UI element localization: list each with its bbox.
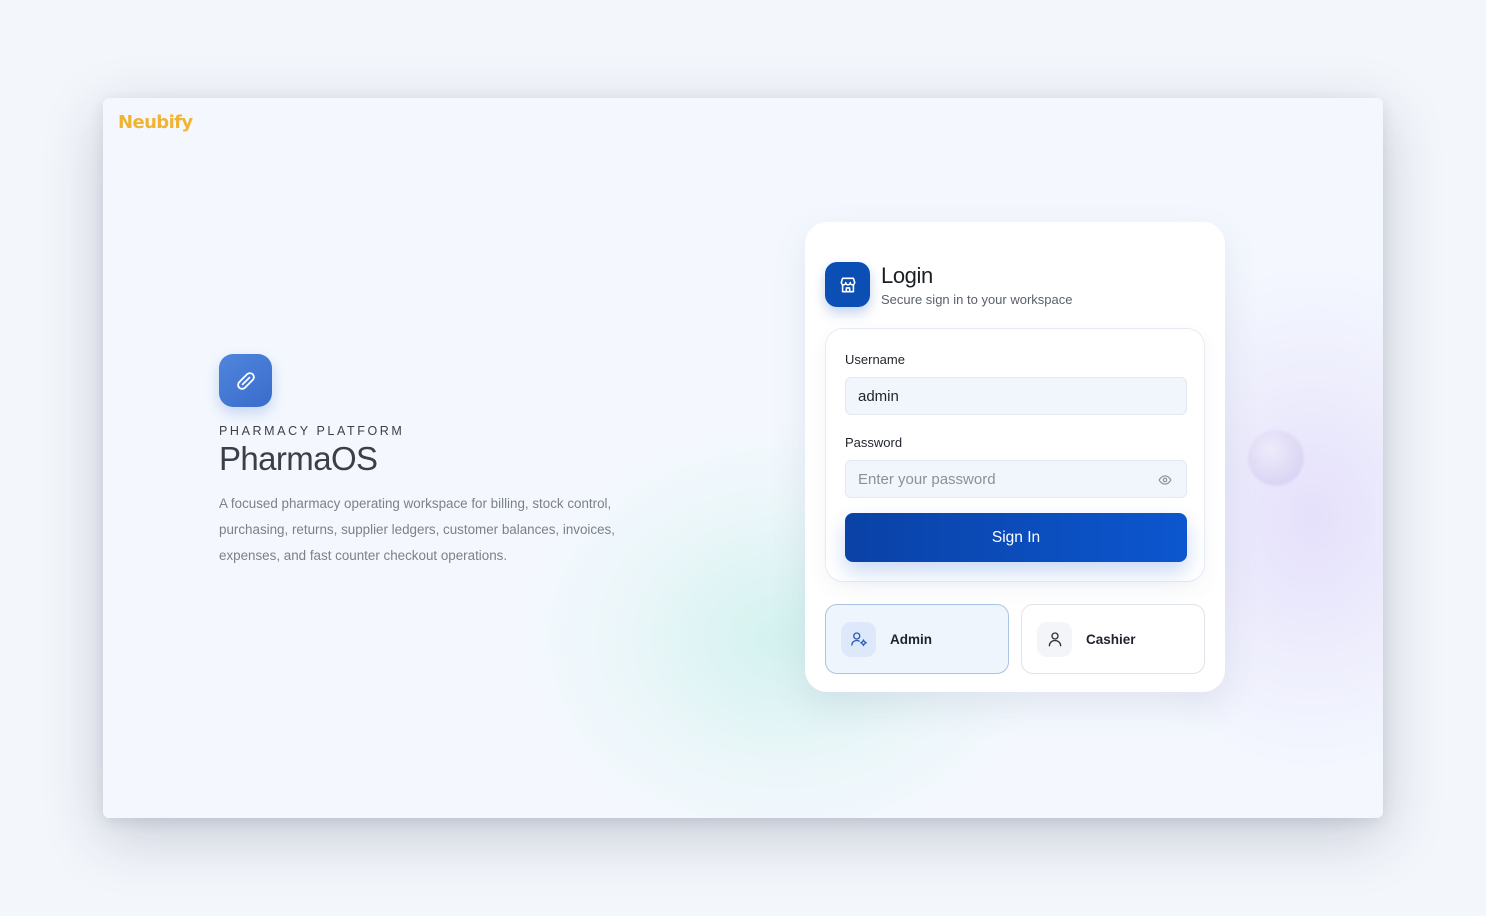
login-card: Login Secure sign in to your workspace U… xyxy=(805,222,1225,692)
app-window: Neubify PHARMACY PLATFORM PharmaOS A foc… xyxy=(103,98,1383,818)
role-cashier[interactable]: Cashier xyxy=(1021,604,1205,674)
hero-eyebrow: PHARMACY PLATFORM xyxy=(219,424,405,438)
user-icon xyxy=(1037,621,1072,657)
role-admin[interactable]: Admin xyxy=(825,604,1009,674)
username-field[interactable]: admin xyxy=(845,377,1187,415)
login-title: Login xyxy=(881,262,933,288)
pill-icon xyxy=(219,354,272,407)
brand-logo: Neubify xyxy=(118,112,193,133)
hero-section: PHARMACY PLATFORM PharmaOS A focused pha… xyxy=(219,354,659,569)
login-subtitle: Secure sign in to your workspace xyxy=(881,291,1073,307)
hero-description: A focused pharmacy operating workspace f… xyxy=(219,496,615,563)
hero-title: PharmaOS xyxy=(219,440,378,477)
password-label: Password xyxy=(845,435,903,450)
role-selector: Admin Cashier xyxy=(825,604,1205,674)
decorative-orb xyxy=(1248,430,1304,486)
screen: Neubify PHARMACY PLATFORM PharmaOS A foc… xyxy=(0,0,1486,916)
username-value: admin xyxy=(858,387,899,405)
password-field[interactable]: Enter your password xyxy=(845,460,1187,498)
login-header: Login Secure sign in to your workspace xyxy=(825,262,1072,307)
role-cashier-label: Cashier xyxy=(1086,631,1136,647)
role-admin-label: Admin xyxy=(890,631,932,647)
sign-in-button[interactable]: Sign In xyxy=(845,513,1187,562)
eye-icon[interactable] xyxy=(1158,473,1172,487)
user-cog-icon xyxy=(841,621,876,657)
login-form: Username admin Password Enter your passw… xyxy=(825,328,1205,582)
username-label: Username xyxy=(845,352,905,367)
store-icon xyxy=(825,262,870,307)
password-placeholder: Enter your password xyxy=(858,470,996,488)
